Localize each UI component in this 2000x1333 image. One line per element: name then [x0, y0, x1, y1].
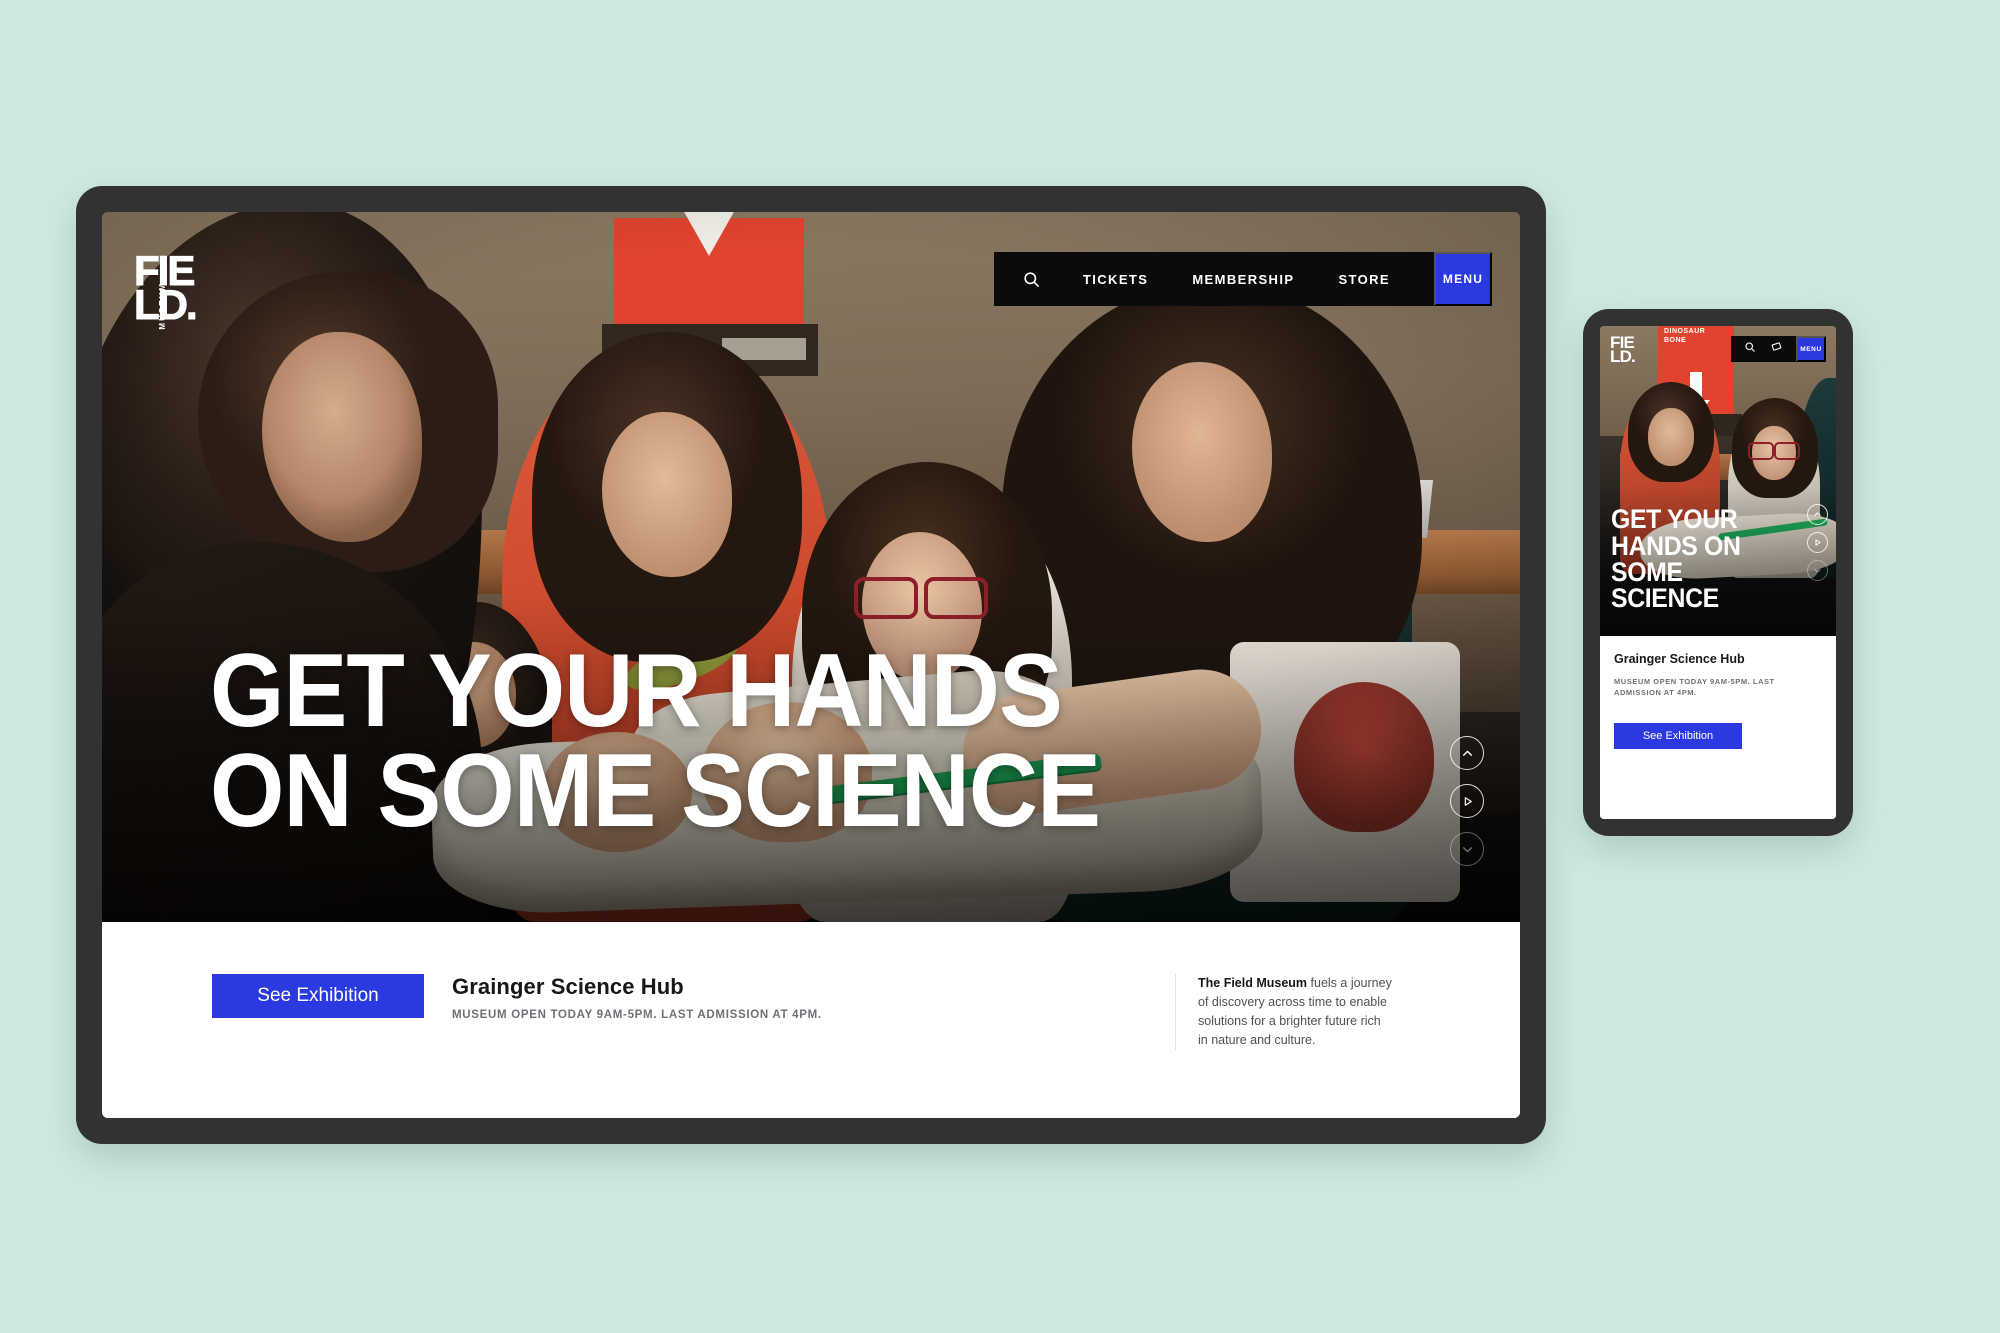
- see-exhibition-button[interactable]: See Exhibition: [212, 974, 424, 1018]
- search-icon[interactable]: [1016, 270, 1061, 289]
- tablet-device-frame: FIE LD. MUSEUM TICKETS MEMBERSHIP STORE …: [76, 186, 1546, 1144]
- desktop-hero: FIE LD. MUSEUM TICKETS MEMBERSHIP STORE …: [102, 212, 1520, 922]
- field-museum-logo[interactable]: FIE LD. MUSEUM: [134, 249, 214, 332]
- mobile-nav-bar: [1731, 336, 1796, 362]
- exhibition-title: Grainger Science Hub: [452, 974, 684, 999]
- mobile-sign-text: DINOSAUR BONE: [1664, 328, 1706, 344]
- mission-bold-lead: The Field Museum: [1198, 976, 1308, 990]
- museum-hours: MUSEUM OPEN TODAY 9AM-5PM. LAST ADMISSIO…: [452, 1009, 822, 1021]
- nav-item-tickets[interactable]: TICKETS: [1061, 272, 1170, 287]
- nav-links-bar: TICKETS MEMBERSHIP STORE: [993, 252, 1434, 306]
- phone-screen: DINOSAUR BONE FIE LD. MENU GET YOUR HAND…: [1600, 326, 1836, 819]
- mobile-carousel-controls: [1807, 504, 1828, 581]
- mission-statement: The Field Museum fuels a journey of disc…: [1175, 974, 1392, 1050]
- desktop-info-bar: See Exhibition Grainger Science Hub MUSE…: [102, 922, 1520, 1118]
- mobile-see-exhibition-button[interactable]: See Exhibition: [1614, 722, 1742, 749]
- play-icon[interactable]: [1450, 784, 1484, 818]
- tablet-screen: FIE LD. MUSEUM TICKETS MEMBERSHIP STORE …: [102, 212, 1520, 1118]
- hero-headline: GET YOUR HANDS ON SOME SCIENCE: [210, 632, 1101, 850]
- mobile-chevron-up-icon[interactable]: [1807, 504, 1828, 525]
- chevron-down-icon[interactable]: [1450, 832, 1484, 866]
- chevron-up-icon[interactable]: [1450, 736, 1484, 770]
- mobile-museum-hours: MUSEUM OPEN TODAY 9AM-5PM. LAST ADMISSIO…: [1614, 677, 1775, 698]
- menu-button[interactable]: MENU: [1434, 252, 1492, 306]
- mobile-play-icon[interactable]: [1807, 532, 1828, 553]
- nav-item-store[interactable]: STORE: [1316, 272, 1412, 287]
- mobile-info-panel: Grainger Science Hub MUSEUM OPEN TODAY 9…: [1600, 636, 1836, 819]
- mobile-field-museum-logo[interactable]: FIE LD.: [1610, 334, 1636, 367]
- desktop-navigation: TICKETS MEMBERSHIP STORE MENU: [993, 252, 1492, 306]
- mobile-navigation: MENU: [1731, 336, 1826, 362]
- mobile-hero: DINOSAUR BONE FIE LD. MENU GET YOUR HAND…: [1600, 326, 1836, 636]
- logo-line-2: LD.: [134, 281, 199, 329]
- mobile-exhibition-title: Grainger Science Hub: [1614, 652, 1745, 666]
- mobile-logo-line-2: LD.: [1610, 347, 1636, 367]
- ticket-icon[interactable]: [1770, 340, 1783, 358]
- screenshot-stage: FIE LD. MUSEUM TICKETS MEMBERSHIP STORE …: [0, 0, 2000, 1333]
- hero-carousel-controls: [1450, 736, 1484, 866]
- mobile-eyeglasses: [1748, 442, 1800, 460]
- mobile-chevron-down-icon[interactable]: [1807, 560, 1828, 581]
- phone-device-frame: DINOSAUR BONE FIE LD. MENU GET YOUR HAND…: [1583, 309, 1853, 836]
- nav-item-membership[interactable]: MEMBERSHIP: [1170, 272, 1316, 287]
- mobile-hero-headline: GET YOUR HANDS ON SOME SCIENCE: [1611, 504, 1741, 614]
- mobile-search-icon[interactable]: [1744, 340, 1756, 358]
- logo-vertical-text: MUSEUM: [158, 282, 167, 330]
- mobile-menu-button[interactable]: MENU: [1796, 336, 1826, 362]
- exhibition-info: Grainger Science Hub MUSEUM OPEN TODAY 9…: [452, 974, 822, 1021]
